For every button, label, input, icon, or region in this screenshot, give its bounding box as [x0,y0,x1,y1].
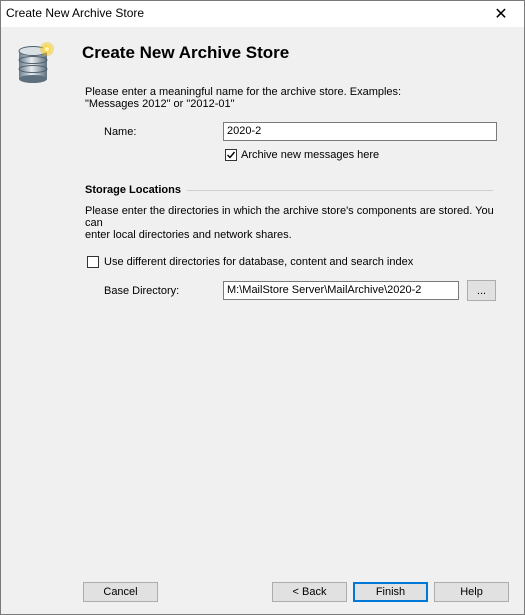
finish-button[interactable]: Finish [353,582,428,602]
archive-new-messages-label: Archive new messages here [241,149,380,161]
name-label: Name: [104,126,137,138]
name-input[interactable]: 2020-2 [223,122,497,141]
storage-desc-line-2: enter local directories and network shar… [85,229,292,241]
intro-line-1: Please enter a meaningful name for the a… [85,86,402,98]
storage-locations-heading: Storage Locations [85,184,181,196]
base-directory-label: Base Directory: [104,285,180,297]
archive-new-messages-checkbox[interactable] [225,149,237,161]
title-bar: Create New Archive Store ✕ [1,1,524,27]
storage-description: Please enter the directories in which th… [85,205,503,241]
dialog-window: Create New Archive Store ✕ Create New Ar [0,0,525,615]
browse-button[interactable]: ... [467,280,496,301]
back-button[interactable]: < Back [272,582,347,602]
database-icon [15,39,61,85]
different-directories-checkbox[interactable] [87,256,99,268]
close-button[interactable]: ✕ [478,1,524,27]
intro-line-2: "Messages 2012" or "2012-01" [85,98,235,110]
base-directory-input[interactable]: M:\MailStore Server\MailArchive\2020-2 [223,281,459,300]
storage-desc-line-1: Please enter the directories in which th… [85,205,494,229]
intro-text: Please enter a meaningful name for the a… [85,86,495,110]
different-directories-label: Use different directories for database, … [104,256,414,268]
help-button[interactable]: Help [434,582,509,602]
cancel-button[interactable]: Cancel [83,582,158,602]
close-icon: ✕ [494,6,508,23]
page-title: Create New Archive Store [82,43,290,62]
section-divider [187,190,493,191]
window-title: Create New Archive Store [6,6,145,20]
checkmark-icon [227,151,236,159]
